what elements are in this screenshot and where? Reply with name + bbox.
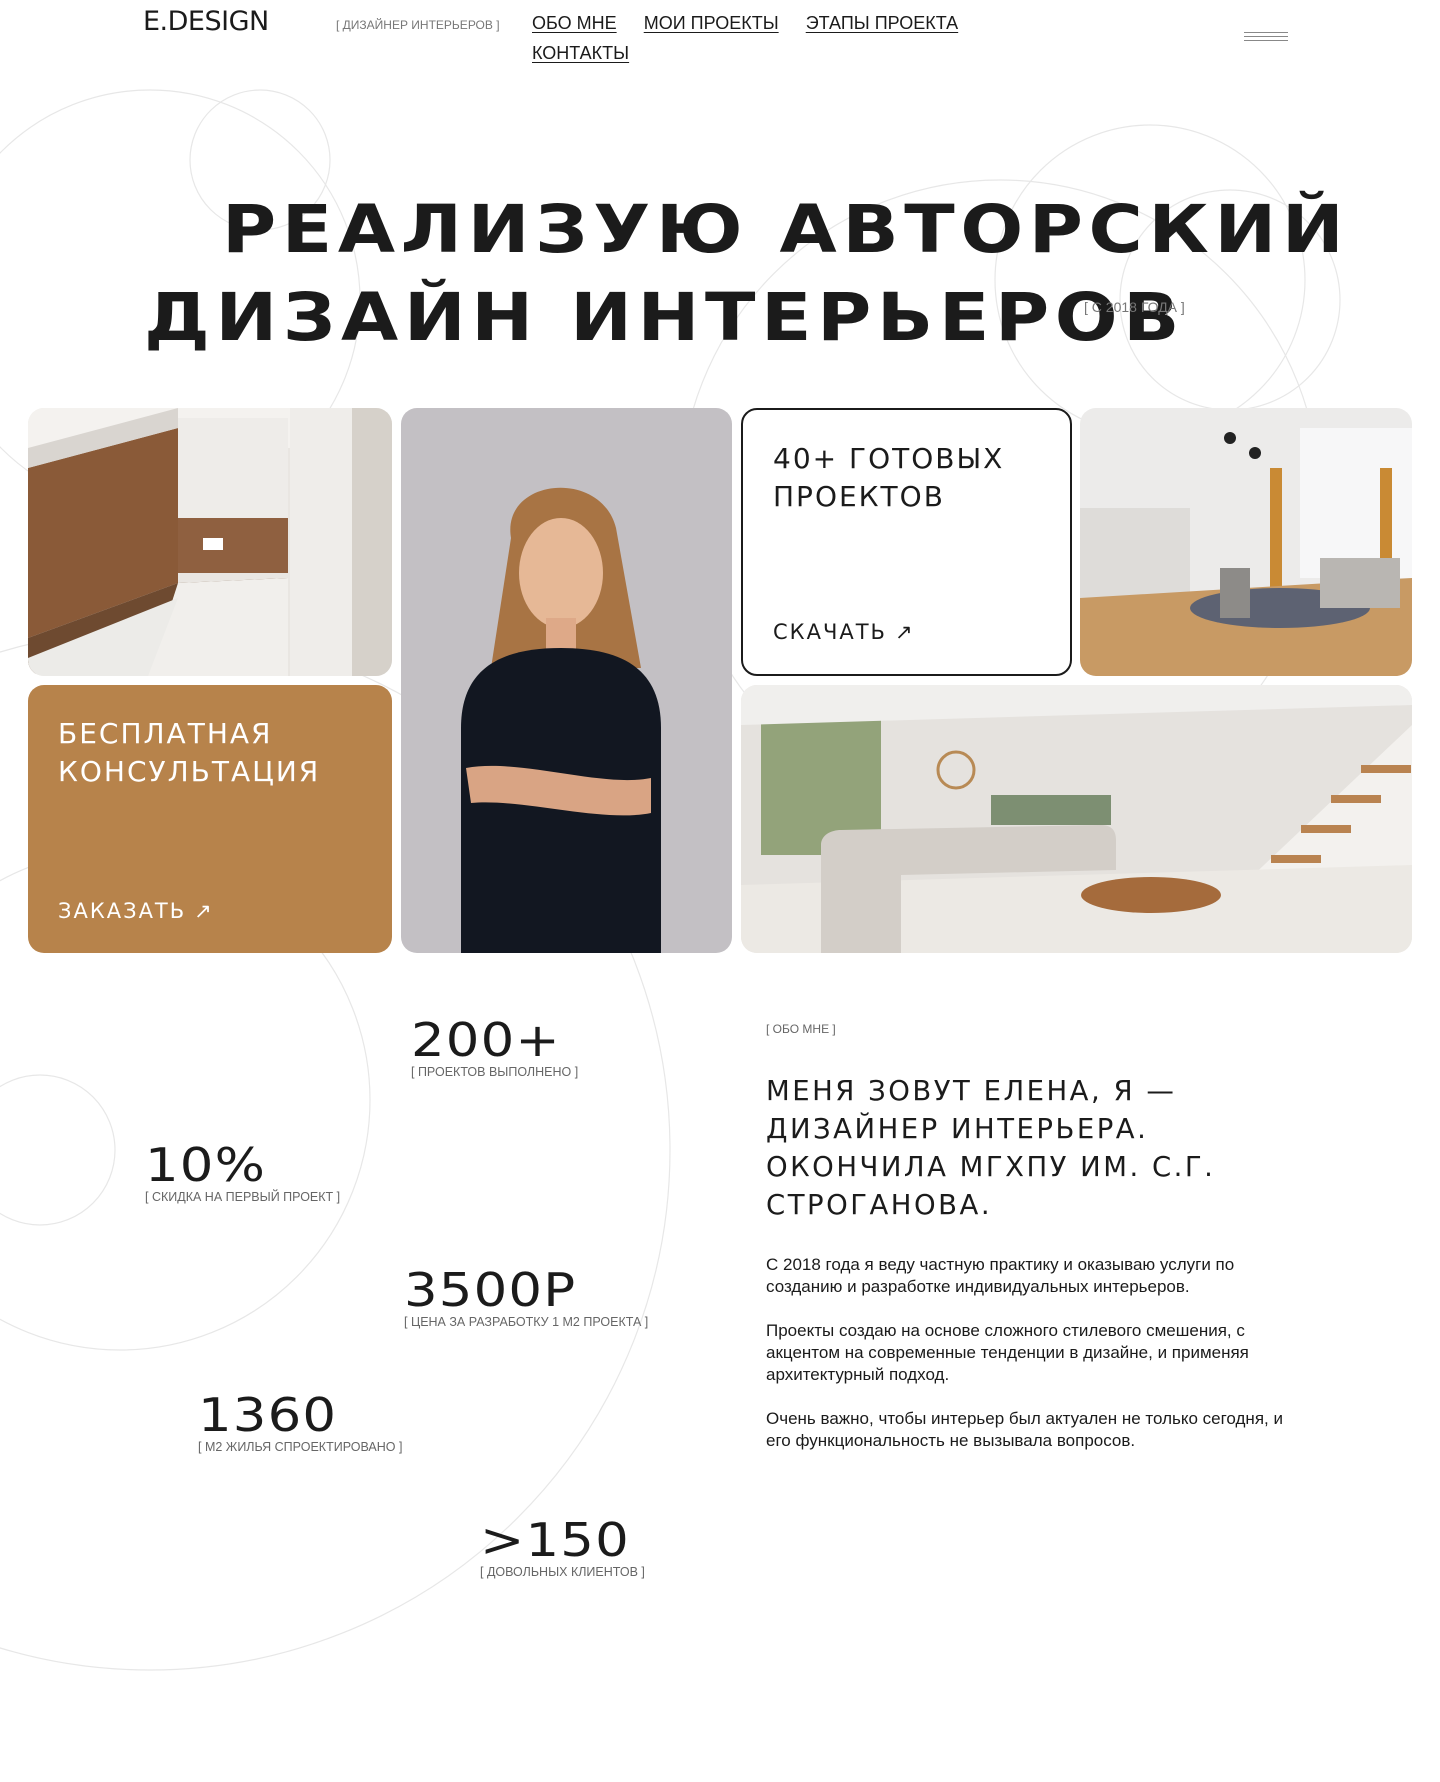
about-section: [ ОБО МНЕ ] МЕНЯ ЗОВУТ ЕЛЕНА, Я — ДИЗАЙН… (766, 1022, 1286, 1474)
projects-card-title: 40+ ГОТОВЫХ ПРОЕКТОВ (773, 442, 1005, 513)
stat-projects: 200+ [ ПРОЕКТОВ ВЫПОЛНЕНО ] (411, 1015, 578, 1079)
consultation-card: БЕСПЛАТНАЯ КОНСУЛЬТАЦИЯ ЗАКАЗАТЬ ↗ (28, 685, 392, 953)
hero-title-line1: РЕАЛИЗУЮ АВТОРСКИЙ (222, 191, 1350, 268)
hero-title-line2: ДИЗАЙН ИНТЕРЬЕРОВ (144, 279, 1186, 356)
stat-discount: 10% [ СКИДКА НА ПЕРВЫЙ ПРОЕКТ ] (145, 1140, 340, 1204)
projects-download-card: 40+ ГОТОВЫХ ПРОЕКТОВ СКАЧАТЬ ↗ (741, 408, 1072, 676)
nav-link-stages[interactable]: ЭТАПЫ ПРОЕКТА (806, 12, 958, 34)
download-link[interactable]: СКАЧАТЬ ↗ (773, 620, 915, 644)
stat-value: 3500Р (404, 1263, 577, 1317)
arrow-up-right-icon: ↗ (894, 620, 915, 644)
stat-label: [ М2 ЖИЛЬЯ СПРОЕКТИРОВАНО ] (198, 1440, 403, 1454)
about-tag: [ ОБО МНЕ ] (766, 1022, 836, 1036)
arrow-up-right-icon: ↗ (194, 899, 214, 923)
hero-title: РЕАЛИЗУЮ АВТОРСКИЙ ДИЗАЙН ИНТЕРЬЕРОВ (0, 186, 1440, 362)
consultation-card-title: БЕСПЛАТНАЯ КОНСУЛЬТАЦИЯ (58, 717, 321, 788)
nav-link-about[interactable]: ОБО МНЕ (532, 12, 617, 34)
designer-portrait-photo (401, 408, 732, 953)
stat-value: 10% (145, 1138, 267, 1192)
stat-label: [ СКИДКА НА ПЕРВЫЙ ПРОЕКТ ] (145, 1190, 341, 1204)
stat-label: [ ПРОЕКТОВ ВЫПОЛНЕНО ] (411, 1065, 579, 1079)
main-nav: ОБО МНЕ МОИ ПРОЕКТЫ ЭТАПЫ ПРОЕКТА КОНТАК… (532, 12, 1012, 72)
about-paragraph: С 2018 года я веду частную практику и ок… (766, 1255, 1235, 1296)
logo[interactable]: E.DESIGN (143, 6, 269, 37)
about-paragraph: Проекты создаю на основе сложного стилев… (766, 1321, 1249, 1384)
stat-clients: >150 [ ДОВОЛЬНЫХ КЛИЕНТОВ ] (480, 1515, 645, 1579)
about-heading: МЕНЯ ЗОВУТ ЕЛЕНА, Я — ДИЗАЙНЕР ИНТЕРЬЕРА… (766, 1075, 1216, 1221)
stat-value: >150 (480, 1513, 630, 1567)
tagline: [ ДИЗАЙНЕР ИНТЕРЬЕРОВ ] (336, 18, 500, 32)
nav-link-projects[interactable]: МОИ ПРОЕКТЫ (644, 12, 779, 34)
stat-value: 1360 (198, 1388, 338, 1442)
since-label: [ С 2018 ГОДА ] (1084, 299, 1185, 315)
stat-label: [ ДОВОЛЬНЫХ КЛИЕНТОВ ] (480, 1565, 645, 1579)
living-room-photo (741, 685, 1412, 953)
download-link-label: СКАЧАТЬ (773, 620, 887, 644)
stat-value: 200+ (411, 1013, 561, 1067)
order-link-label: ЗАКАЗАТЬ (58, 899, 187, 923)
order-link[interactable]: ЗАКАЗАТЬ ↗ (58, 899, 214, 923)
stat-price: 3500Р [ ЦЕНА ЗА РАЗРАБОТКУ 1 М2 ПРОЕКТА … (404, 1265, 648, 1329)
hamburger-icon[interactable] (1244, 32, 1288, 46)
nav-link-contacts[interactable]: КОНТАКТЫ (532, 42, 629, 64)
kitchen-photo (28, 408, 392, 676)
dining-room-photo (1080, 408, 1412, 676)
stat-label: [ ЦЕНА ЗА РАЗРАБОТКУ 1 М2 ПРОЕКТА ] (404, 1315, 649, 1329)
stat-area: 1360 [ М2 ЖИЛЬЯ СПРОЕКТИРОВАНО ] (198, 1390, 402, 1454)
about-paragraph: Очень важно, чтобы интерьер был актуален… (766, 1409, 1283, 1450)
